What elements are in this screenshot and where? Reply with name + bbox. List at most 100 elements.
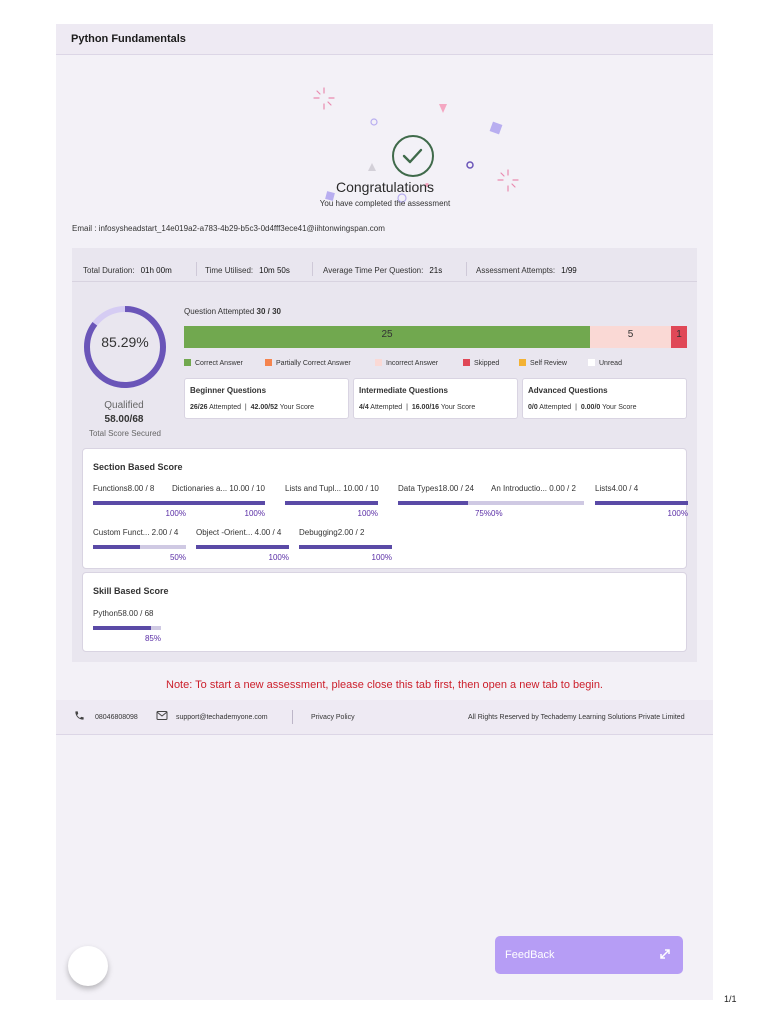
question-bar-segment: 25 [184,326,590,348]
metric-track [491,501,584,505]
metric-name: An Introductio... 0.00 / 2 [491,484,576,493]
score-metric: Object -Orient... 4.00 / 4 100% [196,528,289,562]
metric-name: Lists4.00 / 4 [595,484,639,493]
metric-name: Object -Orient... 4.00 / 4 [196,528,282,537]
new-assessment-note: Note: To start a new assessment, please … [166,679,603,691]
check-circle-icon [392,135,434,177]
metric-name: Lists and Tupl... 10.00 / 10 [285,484,379,493]
score-metric: Lists4.00 / 4 100% [595,484,688,518]
advanced-questions-card: Advanced Questions 0/0 Attempted | 0.00/… [522,378,687,419]
score-metric: An Introductio... 0.00 / 2 0% [491,484,584,518]
stats-bar: Total Duration: 01h 00m Time Utilised: 10m… [72,248,697,282]
section-score-title: Section Based Score [93,462,183,472]
expand-icon[interactable] [657,946,673,962]
privacy-policy-link[interactable]: Privacy Policy [311,714,355,721]
congratulations-title: Congratulations [335,179,435,195]
congratulations-subtitle: You have completed the assessment [319,199,451,208]
feedback-label: FeedBack [505,949,555,961]
question-bar-segment: 1 [671,326,687,348]
metric-fill [595,501,688,505]
legend-swatch [375,359,382,366]
stat-time-utilised: Time Utilised: 10m 50s [205,266,290,275]
question-status-bar: 25 5 1 [184,326,687,348]
legend-item: Incorrect Answer [375,359,438,367]
section-score-card: Section Based Score Functions8.00 / 8 100… [82,448,688,569]
metric-name: Debugging2.00 / 2 [299,528,365,537]
mail-icon [156,710,168,723]
page-indicator: 1/1 [724,994,737,1004]
metric-percent: 100% [268,553,289,562]
metric-name: Data Types18.00 / 24 [398,484,474,493]
legend-item: Partially Correct Answer [265,359,351,367]
metric-fill [299,545,392,549]
metric-name: Dictionaries a... 10.00 / 10 [172,484,265,493]
question-legend: Correct Answer Partially Correct Answer In… [184,359,687,371]
stat-attempts: Assessment Attempts: 1/99 [476,266,577,275]
metric-percent: 100% [667,509,688,518]
score-metric: Dictionaries a... 10.00 / 10 100% [172,484,265,518]
legend-swatch [265,359,272,366]
metric-percent: 75% [474,509,491,518]
assessment-result-page: Python Fundamentals Congratulations You … [56,24,713,1000]
legend-swatch [519,359,526,366]
total-score: 58.00/68 [104,414,144,425]
phone-icon [74,710,85,723]
metric-percent: 50% [169,553,186,562]
score-metric: Python58.00 / 68 85% [93,609,161,643]
legend-swatch [184,359,191,366]
metric-name: Custom Funct... 2.00 / 4 [93,528,179,537]
question-bar-segment: 5 [590,326,671,348]
score-metric: Custom Funct... 2.00 / 4 50% [93,528,186,562]
page-title: Python Fundamentals [71,33,186,45]
congratulations-hero [56,56,713,240]
metric-percent: 85% [144,634,161,643]
metric-percent: 100% [357,509,378,518]
feedback-button[interactable]: FeedBack [495,936,683,974]
metric-fill [196,545,289,549]
qualified-status: Qualified [104,400,144,411]
legend-item: Skipped [463,359,499,367]
beginner-questions-card: Beginner Questions 26/26 Attempted | 42.… [184,378,349,419]
stat-total-duration: Total Duration: 01h 00m [83,266,172,275]
total-score-label: Total Score Secured [88,429,162,438]
legend-item: Self Review [519,359,567,367]
metric-percent: 100% [244,509,265,518]
score-metric: Debugging2.00 / 2 100% [299,528,392,562]
legend-label: Incorrect Answer [386,360,439,367]
legend-label: Self Review [530,360,567,367]
floating-action-button[interactable] [68,946,108,986]
intermediate-questions-card: Intermediate Questions 4/4 Attempted | 1… [353,378,518,419]
legend-item: Correct Answer [184,359,243,367]
candidate-email: Email : infosysheadstart_14e019a2-a783-4… [72,224,385,233]
legend-label: Partially Correct Answer [276,360,351,367]
legend-swatch [463,359,470,366]
questions-attempted: Question Attempted 30 / 30 [184,307,281,316]
metric-name: Python58.00 / 68 [93,609,154,618]
footer-divider [292,710,293,724]
legend-swatch [588,359,595,366]
result-panel: Total Duration: 01h 00m Time Utilised: 10m… [72,248,697,662]
metric-fill [93,626,151,630]
metric-name: Functions8.00 / 8 [93,484,155,493]
metric-fill [285,501,378,505]
metric-percent: 100% [371,553,392,562]
phone-number[interactable]: 08046808098 [95,714,138,721]
metric-percent: 0% [491,509,503,518]
metric-fill [172,501,265,505]
header-bar: Python Fundamentals [56,24,713,55]
metric-fill [398,501,468,505]
footer: 08046808098 support@techademyone.com Pri… [56,700,713,735]
metric-fill [93,545,140,549]
legend-item: Unread [588,359,622,367]
legend-label: Skipped [474,360,500,367]
stat-average-time: Average Time Per Question: 21s [323,266,443,275]
score-metric: Lists and Tupl... 10.00 / 10 100% [285,484,379,518]
skill-score-card: Skill Based Score Python58.00 / 68 85% [82,572,687,652]
skill-score-title: Skill Based Score [93,586,169,596]
support-email[interactable]: support@techademyone.com [176,714,268,721]
score-percentage: 85.29% [101,334,149,350]
legend-label: Correct Answer [195,360,243,367]
rights-text: All Rights Reserved by Techademy Learnin… [468,714,685,721]
legend-label: Unread [599,360,622,367]
score-metric: Data Types18.00 / 24 75% [398,484,491,518]
